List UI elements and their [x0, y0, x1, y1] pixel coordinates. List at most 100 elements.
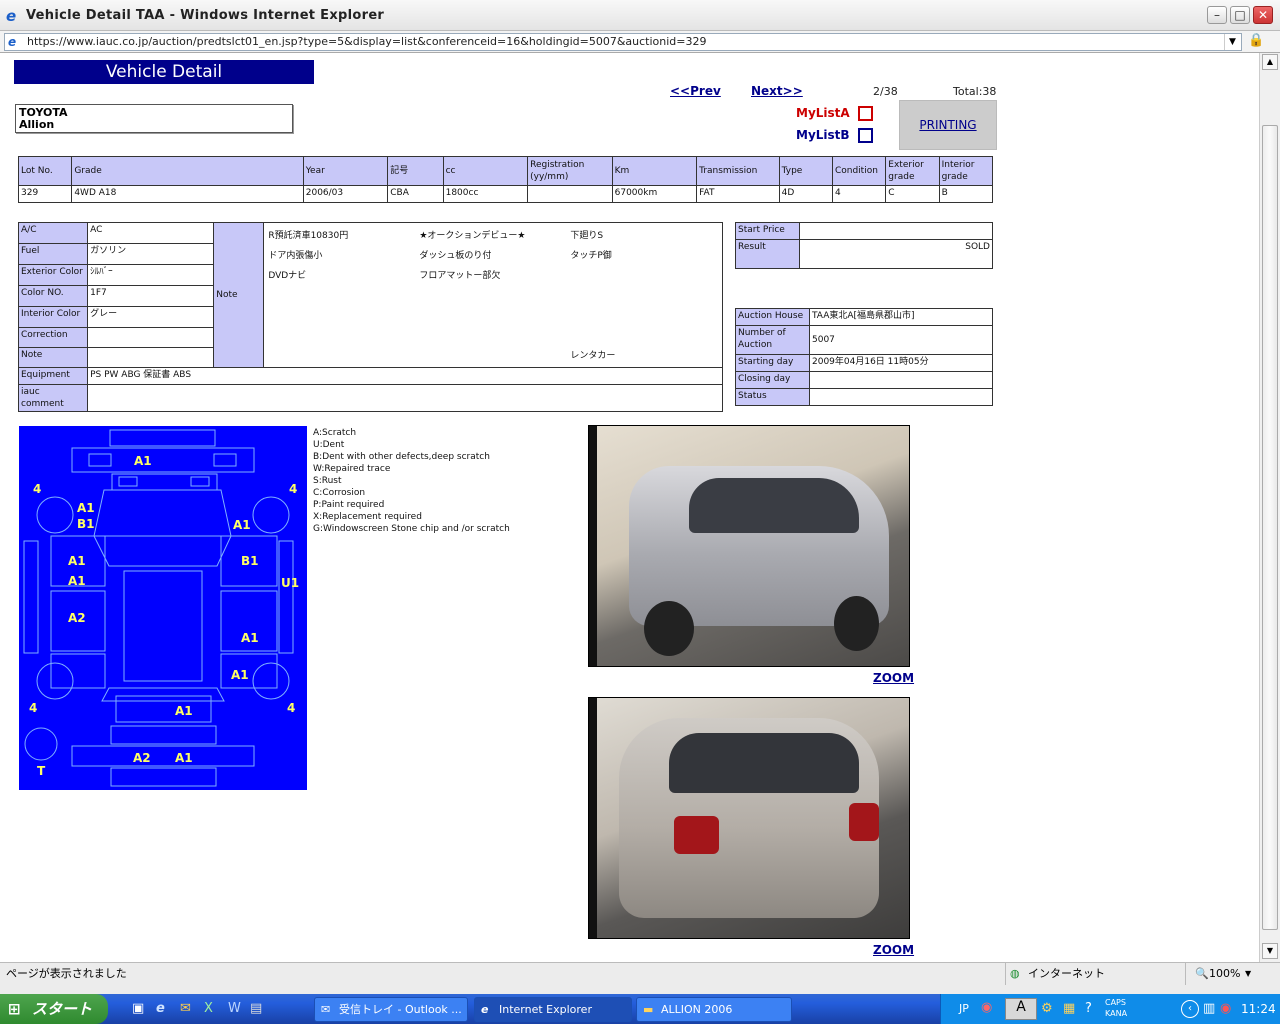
zoom-dropdown-icon[interactable]: ▼: [1245, 963, 1251, 985]
quicklaunch-desktop-icon[interactable]: ▣: [132, 1001, 144, 1016]
spec-value: FAT: [696, 185, 780, 203]
spec-header: 記号: [387, 156, 444, 186]
damage-mark: A2: [68, 611, 86, 625]
task-ie-label: Internet Explorer: [499, 1003, 592, 1016]
status-bar: ページが表示されました ◍ インターネット 🔍 100% ▼: [0, 962, 1280, 985]
printing-button[interactable]: PRINTING: [899, 100, 997, 150]
note-header: Note: [213, 222, 265, 368]
title-bar: e Vehicle Detail TAA - Windows Internet …: [0, 0, 1280, 31]
legend-item: S:Rust: [313, 476, 342, 486]
address-dropdown-icon[interactable]: ▼: [1224, 34, 1240, 50]
spec-value: CBA: [387, 185, 444, 203]
mylist-b-checkbox[interactable]: [858, 128, 873, 143]
system-tray: JP ◉ A ⚙ ▦ ? CAPS KANA ‹ ▥ ◉ 11:24: [940, 994, 1280, 1024]
network-icon[interactable]: ▥: [1203, 1001, 1215, 1016]
legend-item: W:Repaired trace: [313, 464, 391, 474]
correction-label: Correction: [17, 327, 89, 348]
zoom-front-link[interactable]: ZOOM: [873, 671, 914, 685]
status-label: Status: [735, 388, 810, 406]
damage-mark: A1: [175, 704, 193, 718]
task-allion-folder[interactable]: ▬ ALLION 2006: [636, 997, 792, 1022]
folder-task-icon: ▬: [643, 1003, 654, 1016]
zoom-rear-link[interactable]: ZOOM: [873, 943, 914, 957]
note-7: DVDナビ: [268, 271, 307, 281]
spec-value: C: [885, 185, 940, 203]
spec-header: Condition: [831, 156, 887, 186]
spec-value: [527, 185, 613, 203]
legend-item: X:Replacement required: [313, 512, 422, 522]
quicklaunch-ie-icon[interactable]: e: [156, 1001, 165, 1016]
status-text: ページが表示されました: [6, 967, 127, 980]
legend-item: U:Dent: [313, 440, 345, 450]
spec-value: B: [938, 185, 994, 203]
vehicle-photo-rear[interactable]: [588, 697, 910, 939]
page-content: Vehicle Detail TOYOTA Allion <<Prev Next…: [0, 53, 1259, 962]
next-link[interactable]: Next>>: [751, 84, 803, 98]
zoom-icon[interactable]: 🔍: [1195, 963, 1209, 985]
minimize-button[interactable]: –: [1207, 6, 1227, 24]
quicklaunch-word-icon[interactable]: W: [228, 1001, 241, 1016]
quicklaunch-excel-icon[interactable]: X: [204, 1001, 213, 1016]
scroll-thumb[interactable]: [1262, 125, 1278, 930]
note-2: ★オークションデビュー★: [419, 231, 526, 241]
note-value: [87, 347, 215, 368]
equipment-label: Equipment: [17, 367, 89, 385]
auction-house-value: TAA東北A[福島県郡山市]: [809, 308, 993, 326]
damage-mark: 4: [29, 701, 38, 715]
interior-color-label: Interior Color: [17, 306, 89, 328]
number-of-auction-value: 5007: [809, 325, 993, 355]
mylist-a-checkbox[interactable]: [858, 106, 873, 121]
starting-day-label: Starting day: [735, 354, 810, 372]
task-outlook-label: 受信トレイ - Outlook ...: [339, 1003, 462, 1016]
address-bar: https://www.iauc.co.jp/auction/predtslct…: [0, 31, 1280, 53]
ime-mode-icon[interactable]: A: [1005, 998, 1037, 1020]
url-field[interactable]: https://www.iauc.co.jp/auction/predtslct…: [4, 33, 1242, 51]
task-internet-explorer[interactable]: e Internet Explorer: [474, 997, 632, 1022]
legend-item: C:Corrosion: [313, 488, 366, 498]
quicklaunch-outlook-icon[interactable]: ✉: [180, 1001, 191, 1016]
zoom-level[interactable]: 100%: [1209, 963, 1240, 985]
ac-value: AC: [87, 222, 215, 244]
ime-tool-icon[interactable]: ⚙: [1041, 1001, 1053, 1016]
damage-legend: A:Scratch U:Dent B:Dent with other defects…: [313, 427, 510, 535]
spec-value: 4D: [778, 185, 833, 203]
vehicle-photo-front[interactable]: [588, 425, 910, 667]
lock-icon[interactable]: 🔒: [1248, 33, 1264, 50]
note-8: フロアマットー部欠: [419, 271, 501, 281]
legend-item: G:Windowscreen Stone chip and /or scratc…: [313, 524, 510, 534]
security-icon[interactable]: ◉: [1220, 1001, 1231, 1016]
model-label: Allion: [19, 118, 55, 131]
interior-color-value: グレー: [87, 306, 215, 328]
prev-link[interactable]: <<Prev: [670, 84, 721, 98]
damage-mark: 4: [287, 701, 296, 715]
note-4: ドア内張傷小: [268, 251, 323, 261]
damage-mark: B1: [77, 517, 95, 531]
vertical-scrollbar[interactable]: ▲ ▼: [1259, 53, 1280, 962]
quicklaunch-notepad-icon[interactable]: ▤: [250, 1001, 262, 1016]
auction-table: Auction House TAA東北A[福島県郡山市] Number of Au…: [735, 308, 993, 406]
closing-day-value: [809, 371, 993, 389]
tray-expand-icon[interactable]: ‹: [1181, 1000, 1199, 1018]
task-outlook[interactable]: ✉ 受信トレイ - Outlook ...: [314, 997, 468, 1022]
exterior-color-label: Exterior Color: [17, 264, 89, 286]
windows-logo-icon: ⊞: [8, 1000, 21, 1018]
ime-pad-icon[interactable]: ▦: [1063, 1001, 1075, 1016]
price-table: Start Price Result SOLD: [735, 222, 993, 269]
close-button[interactable]: ✕: [1253, 6, 1273, 24]
damage-mark: A1: [231, 668, 249, 682]
damage-diagram: A1 4 4 A1 B1 A1 A1 B1 A1 U1 A2 A1 A1 4 A1 4 A2 A1 T: [19, 426, 307, 790]
scroll-up-icon[interactable]: ▲: [1262, 54, 1278, 70]
start-button[interactable]: ⊞ スタート: [0, 994, 108, 1024]
globe-icon: ◍: [1010, 967, 1020, 980]
spec-header: Interior grade: [938, 156, 994, 186]
note-label: Note: [17, 347, 89, 368]
closing-day-label: Closing day: [735, 371, 810, 389]
damage-mark: A1: [175, 751, 193, 765]
language-indicator[interactable]: JP: [959, 1002, 969, 1015]
help-icon[interactable]: ?: [1085, 1001, 1092, 1016]
maximize-button[interactable]: □: [1230, 6, 1250, 24]
ime-icon[interactable]: ◉: [981, 1000, 992, 1015]
damage-mark: A1: [241, 631, 259, 645]
scroll-down-icon[interactable]: ▼: [1262, 943, 1278, 959]
note-9: レンタカー: [570, 351, 616, 361]
